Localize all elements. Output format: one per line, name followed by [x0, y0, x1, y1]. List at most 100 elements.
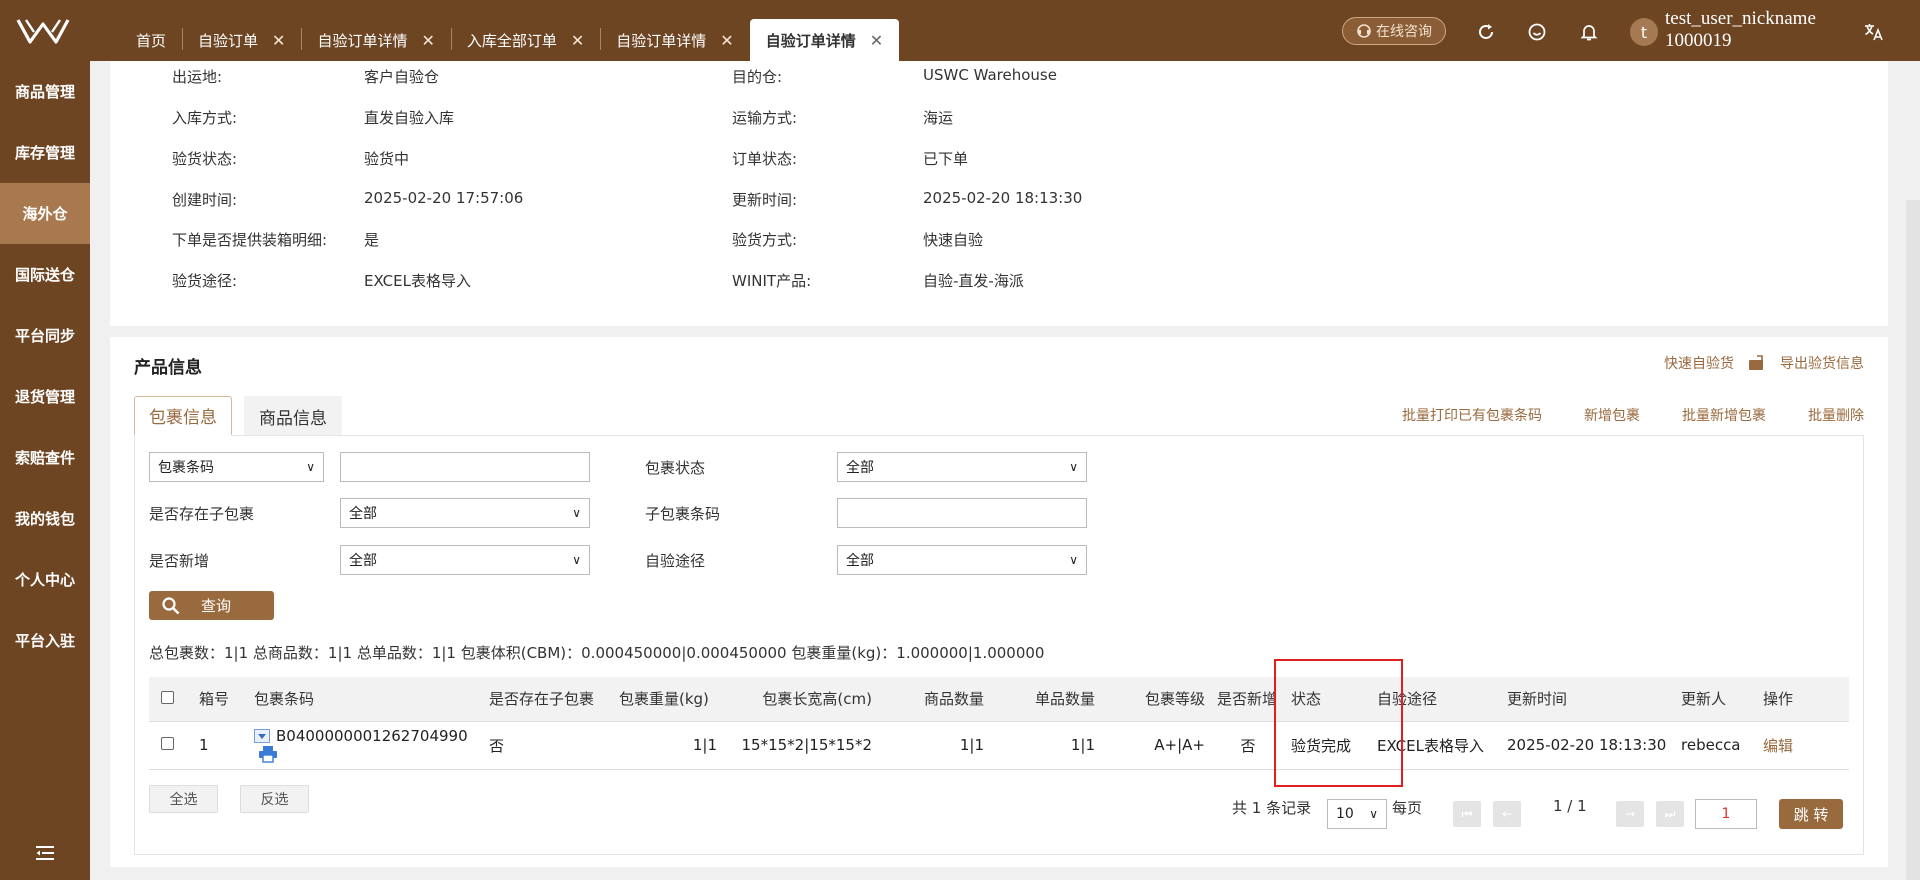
chevron-down-icon: ∨: [1069, 553, 1078, 567]
page-number-input[interactable]: 1: [1695, 799, 1757, 829]
product-info-panel: 产品信息 快速自验货 导出验货信息 包裹信息 商品信息 批量打印已有包裹条码 新…: [110, 337, 1888, 867]
select-value: 全部: [349, 506, 377, 522]
batch-delete-link[interactable]: 批量删除: [1808, 405, 1864, 425]
inspect-path-value: EXCEL表格导入: [364, 272, 471, 290]
smile-icon[interactable]: [1525, 20, 1549, 44]
print-icon[interactable]: [258, 745, 278, 763]
sidebar-item-platform-sync[interactable]: 平台同步: [0, 305, 90, 366]
header-checkbox-cell: [149, 677, 193, 722]
next-page-icon[interactable]: →: [1616, 801, 1644, 827]
transport-value: 海运: [923, 109, 954, 127]
sidebar-item-returns[interactable]: 退货管理: [0, 366, 90, 427]
query-button[interactable]: 查询: [149, 591, 274, 620]
tab-order-detail-1[interactable]: 自验订单详情 ✕: [301, 19, 450, 61]
inbound-value: 直发自验入库: [364, 109, 455, 127]
tab-order-detail-active[interactable]: 自验订单详情 ✕: [749, 19, 900, 61]
barcode-type-select[interactable]: 包裹条码 ∨: [149, 452, 324, 482]
package-status-select[interactable]: 全部 ∨: [837, 452, 1087, 482]
batch-add-link[interactable]: 批量新增包裹: [1682, 405, 1766, 425]
sidebar-item-claims[interactable]: 索赔查件: [0, 427, 90, 488]
updated-value: 2025-02-20 18:13:30: [923, 189, 1083, 207]
query-label: 查询: [201, 597, 232, 615]
tab-self-orders[interactable]: 自验订单 ✕: [182, 19, 301, 61]
add-package-link[interactable]: 新增包裹: [1584, 405, 1640, 425]
sidebar-item-wallet[interactable]: 我的钱包: [0, 488, 90, 549]
bell-icon[interactable]: [1577, 20, 1601, 44]
unit-qty-value: 1|1: [990, 721, 1101, 770]
last-page-icon[interactable]: ⏭: [1656, 801, 1684, 827]
close-icon[interactable]: ✕: [571, 31, 584, 50]
tab-order-detail-2[interactable]: 自验订单详情 ✕: [600, 19, 749, 61]
quick-inspect-link[interactable]: 快速自验货: [1664, 353, 1734, 373]
user-id: 1000019: [1665, 30, 1732, 51]
expand-row-icon[interactable]: [254, 729, 270, 744]
column-header: 更新人: [1675, 677, 1757, 722]
sidebar-item-label: 商品管理: [14, 83, 75, 101]
sidebar-item-intl-delivery[interactable]: 国际送仓: [0, 244, 90, 305]
inspect-path-label: 验货途径:: [172, 272, 238, 290]
select-all-checkbox[interactable]: [161, 690, 174, 704]
child-barcode-label: 子包裹条码: [645, 505, 721, 523]
winit-logo[interactable]: [14, 12, 72, 48]
is-new-select[interactable]: 全部 ∨: [340, 545, 590, 575]
export-icon[interactable]: [1748, 355, 1766, 371]
batch-print-link[interactable]: 批量打印已有包裹条码: [1402, 405, 1542, 425]
tab-label: 自验订单详情: [317, 31, 408, 50]
sidebar-item-overseas-warehouse[interactable]: 海外仓: [0, 183, 90, 244]
weight-value: 1|1: [613, 721, 723, 770]
sidebar-item-platform-join[interactable]: 平台入驻: [0, 610, 90, 671]
sidebar-item-label: 退货管理: [14, 388, 75, 406]
page-size-select[interactable]: 10 ∨: [1327, 799, 1387, 829]
first-page-icon[interactable]: ⏮: [1453, 801, 1481, 827]
product-actions: 快速自验货 导出验货信息: [1664, 353, 1864, 373]
tab-inbound-orders[interactable]: 入库全部订单 ✕: [450, 19, 600, 61]
prev-page-icon[interactable]: ←: [1493, 801, 1521, 827]
package-summary: 总包裹数：1|1 总商品数：1|1 总单品数：1|1 包裹体积(CBM)：0.0…: [149, 644, 1045, 662]
has-child-select[interactable]: 全部 ∨: [340, 498, 590, 528]
section-title: 产品信息: [134, 358, 202, 378]
user-info[interactable]: test_user_nickname 1000019: [1665, 8, 1816, 52]
created-value: 2025-02-20 17:57:06: [364, 189, 524, 207]
highlight-box: [1274, 659, 1403, 787]
collapse-menu-icon[interactable]: [34, 844, 56, 862]
refresh-icon[interactable]: [1474, 20, 1498, 44]
close-icon[interactable]: ✕: [720, 31, 733, 50]
translate-icon[interactable]: [1862, 20, 1886, 44]
avatar[interactable]: t: [1630, 18, 1658, 46]
column-header: 包裹重量(kg): [613, 677, 723, 722]
sidebar-item-profile[interactable]: 个人中心: [0, 549, 90, 610]
package-barcode: B0400000001262704990: [276, 726, 468, 745]
edit-link[interactable]: 编辑: [1763, 737, 1793, 755]
sidebar-item-inventory[interactable]: 库存管理: [0, 122, 90, 183]
grade-value: A+|A+: [1101, 721, 1211, 770]
column-header: 是否存在子包裹: [483, 677, 613, 722]
order-status-value: 已下单: [923, 150, 969, 168]
tab-package-info[interactable]: 包裹信息: [134, 396, 232, 436]
jump-button[interactable]: 跳 转: [1779, 799, 1843, 829]
origin-value: 客户自验仓: [364, 68, 440, 86]
page-scrollbar[interactable]: [1906, 200, 1920, 880]
close-icon[interactable]: ✕: [870, 31, 883, 50]
close-icon[interactable]: ✕: [421, 31, 434, 50]
close-icon[interactable]: ✕: [272, 31, 285, 50]
barcode-input[interactable]: [340, 452, 590, 482]
consult-label: 在线咨询: [1376, 24, 1432, 40]
sidebar-item-label: 国际送仓: [14, 266, 75, 284]
column-header: 更新时间: [1501, 677, 1675, 722]
select-all-button[interactable]: 全选: [149, 785, 218, 813]
invert-selection-button[interactable]: 反选: [240, 785, 309, 813]
select-value: 包裹条码: [158, 460, 214, 476]
tab-goods-info[interactable]: 商品信息: [244, 396, 342, 436]
is-new-label: 是否新增: [149, 552, 210, 570]
sidebar: 商品管理 库存管理 海外仓 国际送仓 平台同步 退货管理 索赔查件 我的钱包 个…: [0, 61, 90, 880]
package-status-label: 包裹状态: [645, 459, 706, 477]
tab-strip: 首页 自验订单 ✕ 自验订单详情 ✕ 入库全部订单 ✕ 自验订单详情 ✕ 自验订单详情 ✕: [120, 19, 900, 61]
self-path-select[interactable]: 全部 ∨: [837, 545, 1087, 575]
dims-value: 15*15*2|15*15*2: [723, 721, 878, 770]
tab-home[interactable]: 首页: [120, 19, 182, 61]
online-consult-button[interactable]: 在线咨询: [1342, 17, 1446, 45]
export-inspection-link[interactable]: 导出验货信息: [1780, 353, 1864, 373]
child-barcode-input[interactable]: [837, 498, 1087, 528]
row-checkbox[interactable]: [161, 737, 174, 750]
sidebar-item-products[interactable]: 商品管理: [0, 61, 90, 122]
